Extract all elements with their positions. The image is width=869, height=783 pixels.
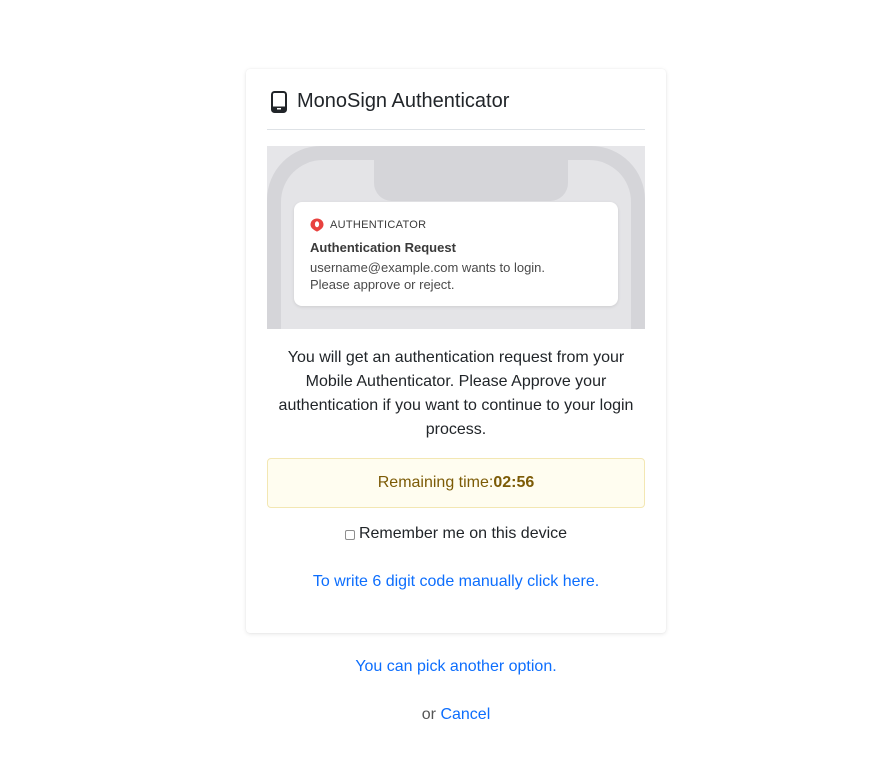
remaining-time-value: 02:56	[493, 474, 535, 491]
pick-another-option-link[interactable]: You can pick another option.	[246, 658, 666, 676]
card-title: MonoSign Authenticator	[297, 90, 510, 112]
notification-app-name: AUTHENTICATOR	[330, 219, 427, 231]
remember-device-row[interactable]: Remember me on this device	[246, 525, 666, 543]
cancel-row: or Cancel	[246, 706, 666, 724]
authenticator-logo-icon	[310, 218, 324, 232]
remaining-time-label: Remaining time:	[377, 474, 494, 491]
remember-device-label[interactable]: Remember me on this device	[359, 525, 567, 543]
notification-line-1: username@example.com wants to login.	[310, 260, 546, 275]
phone-notch	[374, 160, 568, 201]
notification-line-2: Please approve or reject.	[310, 277, 455, 292]
remember-device-checkbox[interactable]	[344, 530, 355, 540]
notification-app-row: AUTHENTICATOR	[310, 218, 426, 232]
notification-title: Authentication Request	[310, 240, 456, 255]
or-text: or	[421, 706, 436, 723]
mobile-phone-icon	[271, 91, 287, 113]
push-notification: AUTHENTICATOR Authentication Request use…	[294, 202, 618, 306]
card-header: MonoSign Authenticator	[267, 89, 645, 130]
notification-body: username@example.com wants to login. Ple…	[310, 259, 610, 293]
manual-code-link[interactable]: To write 6 digit code manually click her…	[246, 573, 666, 591]
phone-illustration: AUTHENTICATOR Authentication Request use…	[267, 146, 645, 329]
authenticator-card: MonoSign Authenticator AUTHENTICATOR Aut…	[246, 69, 666, 633]
cancel-link[interactable]: Cancel	[440, 706, 490, 723]
instruction-text: You will get an authentication request f…	[278, 349, 634, 438]
remaining-time-alert: Remaining time: 02:56	[267, 458, 645, 508]
